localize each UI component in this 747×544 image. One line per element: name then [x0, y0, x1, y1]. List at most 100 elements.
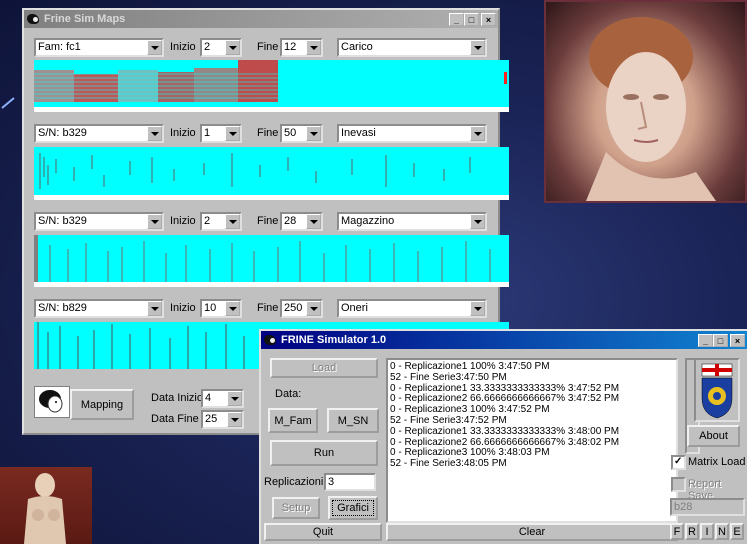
- map-strip-carico: [34, 60, 509, 107]
- mapping-button[interactable]: Mapping: [70, 389, 134, 420]
- series-value-1: Fam: fc1: [38, 41, 81, 53]
- series-value-4: S/N: b829: [38, 302, 87, 314]
- setup-button-label: Setup: [281, 502, 311, 514]
- university-crest: [694, 358, 740, 422]
- chevron-down-icon[interactable]: [306, 214, 321, 229]
- data-label: Data:: [275, 388, 302, 400]
- inizio-label-2: Inizio: [170, 127, 196, 139]
- maximize-button[interactable]: □: [464, 12, 479, 26]
- letter-button-n[interactable]: N: [715, 523, 729, 540]
- minimize-button[interactable]: _: [449, 12, 464, 26]
- replicazioni-input[interactable]: 3: [324, 473, 376, 491]
- metric-select-4[interactable]: Oneri: [337, 299, 487, 318]
- chevron-down-icon[interactable]: [147, 214, 162, 229]
- chevron-down-icon[interactable]: [227, 391, 242, 406]
- clear-button[interactable]: Clear: [386, 523, 678, 541]
- inizio-value-2: 1: [204, 127, 211, 139]
- frine-simulator-window: FRINE Simulator 1.0 _ □ × Load Data: M_F…: [259, 329, 747, 544]
- chevron-down-icon[interactable]: [225, 301, 240, 316]
- maps-window-title: Frine Sim Maps: [44, 13, 126, 25]
- university-crest-icon: [701, 363, 733, 419]
- quit-button-label: Quit: [312, 526, 334, 538]
- minimize-button[interactable]: _: [698, 333, 713, 347]
- statue-body-photo: [0, 467, 92, 544]
- report-save-checkbox[interactable]: [671, 477, 686, 492]
- letter-f: F: [673, 525, 681, 538]
- frine-app-icon: [263, 334, 277, 346]
- metric-select-1[interactable]: Carico: [337, 38, 487, 57]
- map-strip-inevasi: [34, 147, 509, 195]
- data-inizio-label: Data Inizio: [151, 392, 203, 404]
- chevron-down-icon[interactable]: [225, 126, 240, 141]
- run-button[interactable]: Run: [270, 440, 378, 466]
- chevron-down-icon[interactable]: [225, 40, 240, 55]
- chevron-down-icon[interactable]: [470, 214, 485, 229]
- series-select-2[interactable]: S/N: b329: [34, 124, 164, 143]
- fine-select-1[interactable]: 12: [280, 38, 323, 57]
- chevron-down-icon[interactable]: [470, 40, 485, 55]
- log-line: 52 - Fine Serie3:48:05 PM: [390, 458, 507, 470]
- letter-button-f[interactable]: F: [670, 523, 684, 540]
- close-button[interactable]: ×: [481, 12, 496, 26]
- series-select-3[interactable]: S/N: b329: [34, 212, 164, 231]
- chevron-down-icon[interactable]: [470, 301, 485, 316]
- load-button[interactable]: Load: [270, 358, 378, 378]
- maps-titlebar: Frine Sim Maps _ □ ×: [24, 10, 498, 28]
- metric-value-2: Inevasi: [341, 127, 376, 139]
- letter-e: E: [733, 525, 741, 538]
- series-value-3: S/N: b329: [38, 215, 87, 227]
- about-button-label: About: [699, 430, 728, 442]
- letter-button-i[interactable]: I: [700, 523, 714, 540]
- clear-button-label: Clear: [518, 526, 546, 538]
- fine-label-2: Fine: [257, 127, 279, 139]
- log-line: 0 - Replicazione1 33.3333333333333% 3:48…: [390, 425, 620, 437]
- fine-select-3[interactable]: 28: [280, 212, 323, 231]
- fine-select-2[interactable]: 50: [280, 124, 323, 143]
- data-fine-select[interactable]: 25: [201, 410, 244, 429]
- chevron-down-icon[interactable]: [306, 126, 321, 141]
- chevron-down-icon[interactable]: [227, 412, 242, 427]
- data-inizio-select[interactable]: 4: [201, 389, 244, 408]
- chevron-down-icon[interactable]: [225, 214, 240, 229]
- replicazioni-label: Replicazioni: [264, 476, 324, 488]
- fine-select-4[interactable]: 250: [280, 299, 323, 318]
- series-select-1[interactable]: Fam: fc1: [34, 38, 164, 57]
- inizio-select-1[interactable]: 2: [200, 38, 242, 57]
- frine-app-icon: [26, 13, 40, 25]
- desktop-arrow-decoration: [1, 97, 15, 109]
- maximize-button[interactable]: □: [713, 333, 728, 347]
- grafici-button-label: Grafici: [337, 502, 369, 514]
- chevron-down-icon[interactable]: [147, 301, 162, 316]
- heatmap-band-1: [34, 60, 278, 102]
- inizio-select-2[interactable]: 1: [200, 124, 242, 143]
- chevron-down-icon[interactable]: [470, 126, 485, 141]
- m-sn-button[interactable]: M_SN: [327, 408, 379, 433]
- series-select-4[interactable]: S/N: b829: [34, 299, 164, 318]
- chevron-down-icon[interactable]: [306, 40, 321, 55]
- quit-button[interactable]: Quit: [264, 523, 382, 541]
- filename-input[interactable]: b28: [670, 498, 745, 516]
- statue-head-illustration: [586, 17, 716, 201]
- matrix-load-checkbox[interactable]: ✓: [671, 455, 686, 470]
- chevron-down-icon[interactable]: [147, 126, 162, 141]
- map-strip-foot-2: [34, 195, 509, 200]
- inizio-select-4[interactable]: 10: [200, 299, 242, 318]
- letter-button-e[interactable]: E: [730, 523, 744, 540]
- metric-select-2[interactable]: Inevasi: [337, 124, 487, 143]
- chevron-down-icon[interactable]: [147, 40, 162, 55]
- fine-value-1: 12: [284, 41, 297, 53]
- chevron-down-icon[interactable]: [306, 301, 321, 316]
- m-fam-button[interactable]: M_Fam: [268, 408, 318, 433]
- simulation-log[interactable]: 0 - Replicazione1 100% 3:47:50 PM 52 - Fi…: [386, 358, 678, 523]
- fine-value-3: 28: [284, 215, 297, 227]
- simulator-titlebar: FRINE Simulator 1.0 _ □ ×: [261, 331, 747, 349]
- metric-select-3[interactable]: Magazzino: [337, 212, 487, 231]
- close-button[interactable]: ×: [730, 333, 745, 347]
- inizio-select-3[interactable]: 2: [200, 212, 242, 231]
- grafici-button[interactable]: Grafici: [328, 496, 378, 520]
- data-fine-value: 25: [205, 413, 218, 425]
- fine-value-4: 250: [284, 302, 303, 314]
- about-button[interactable]: About: [687, 425, 740, 447]
- setup-button[interactable]: Setup: [272, 497, 320, 519]
- letter-button-r[interactable]: R: [685, 523, 699, 540]
